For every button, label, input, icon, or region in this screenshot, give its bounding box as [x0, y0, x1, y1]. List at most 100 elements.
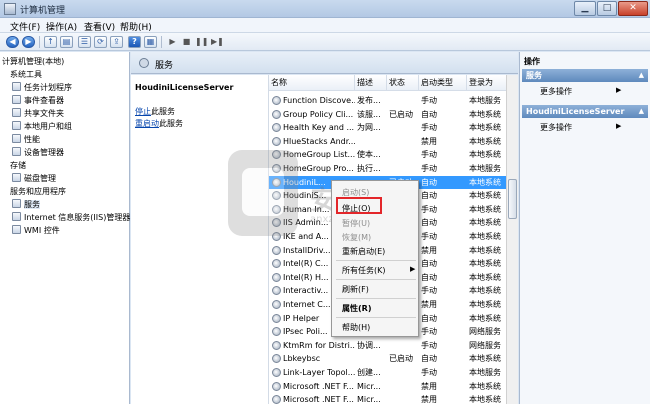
tree-item-task-scheduler[interactable]: 任务计划程序	[12, 82, 72, 94]
help-icon[interactable]: ?	[128, 36, 141, 48]
tree-item-wmi-control[interactable]: WMI 控件	[12, 225, 60, 237]
tree-item-computer-management[interactable]: 计算机管理(本地)	[2, 56, 64, 68]
table-row[interactable]: Lbkeybsc 已启动 自动 本地系统	[269, 352, 518, 366]
close-button[interactable]: ✕	[618, 1, 648, 16]
service-name-cell: Microsoft .NET F...	[283, 381, 354, 391]
context-menu-separator	[336, 298, 416, 299]
service-startup-type-cell: 自动	[421, 313, 437, 323]
service-name-cell: Lbkeybsc	[283, 354, 321, 364]
column-header-status[interactable]: 状态	[387, 75, 419, 91]
column-header-description[interactable]: 描述	[355, 75, 387, 91]
vertical-scrollbar[interactable]	[506, 75, 518, 404]
table-row[interactable]: Function Discove... 发布... 手动 本地服务	[269, 94, 518, 108]
menu-help[interactable]: 帮助(H)	[120, 20, 152, 33]
service-startup-type-cell: 手动	[421, 368, 437, 377]
properties-icon[interactable]: ☰	[78, 36, 91, 48]
menu-action[interactable]: 操作(A)	[46, 20, 77, 33]
context-menu-properties[interactable]: 属性(R)	[342, 303, 371, 314]
scrollbar-thumb[interactable]	[508, 179, 517, 219]
table-row[interactable]: Link-Layer Topol... 创建... 手动 本地服务	[269, 366, 518, 380]
maximize-button[interactable]: □	[597, 1, 617, 16]
tree-item-device-manager[interactable]: 设备管理器	[12, 147, 64, 159]
service-startup-type-cell: 手动	[421, 286, 437, 296]
context-menu-help[interactable]: 帮助(H)	[342, 322, 370, 333]
services-header-title: 服务	[155, 61, 174, 71]
table-row[interactable]: Microsoft .NET F... Micr... 禁用 本地系统	[269, 380, 518, 394]
table-row[interactable]: HlueStacks Andr... 禁用 本地系统	[269, 135, 518, 149]
stop-service-link[interactable]: 停止此服务	[135, 106, 175, 117]
context-menu-all-tasks[interactable]: 所有任务(K)	[342, 265, 386, 276]
service-gear-icon	[272, 313, 281, 323]
toolbar-separator	[161, 36, 162, 48]
service-name-cell: HlueStacks Andr...	[283, 136, 355, 146]
service-name-cell: Health Key and ...	[283, 123, 355, 133]
tree-item-services-and-apps[interactable]: 服务和应用程序	[10, 186, 66, 198]
export-icon[interactable]: ⇪	[110, 36, 123, 48]
services-header: 服务	[131, 52, 518, 74]
tree-item-performance[interactable]: 性能	[12, 134, 40, 146]
service-startup-type-cell: 禁用	[421, 395, 437, 404]
menu-view[interactable]: 查看(V)	[84, 20, 115, 33]
more-actions-selected-service[interactable]: 更多操作 ▶	[540, 122, 621, 133]
context-menu-pause[interactable]: 暂停(U)	[342, 218, 370, 229]
tree-item-services[interactable]: 服务	[12, 199, 40, 211]
service-description-cell: 为网...	[357, 123, 381, 133]
service-startup-type-cell: 禁用	[421, 136, 437, 146]
context-menu-refresh[interactable]: 刷新(F)	[342, 284, 369, 295]
service-description-cell: Micr...	[357, 395, 381, 404]
service-gear-icon	[272, 96, 281, 105]
tree-item-local-users[interactable]: 本地用户和组	[12, 121, 72, 133]
service-gear-icon	[272, 395, 281, 404]
service-startup-type-cell: 手动	[421, 340, 437, 350]
tree-item-event-viewer[interactable]: 事件查看器	[12, 95, 64, 107]
actions-title: 操作	[524, 57, 540, 66]
window-title: 计算机管理	[20, 6, 66, 16]
service-description-cell: 发布...	[357, 96, 381, 105]
collapse-icon[interactable]: ▲	[639, 69, 644, 82]
more-actions-services[interactable]: 更多操作 ▶	[540, 86, 621, 97]
back-arrow-icon[interactable]: ◀	[6, 36, 19, 48]
tree-item-iis-manager[interactable]: Internet 信息服务(IIS)管理器	[12, 212, 130, 224]
service-name-cell: KtmRm for Distri...	[283, 340, 355, 350]
pause-icon[interactable]: ❚❚	[194, 36, 208, 48]
table-row[interactable]: Health Key and ... 为网... 手动 本地系统	[269, 121, 518, 135]
restart-service-link[interactable]: 重启动此服务	[135, 118, 183, 129]
context-menu-resume[interactable]: 恢复(M)	[342, 232, 371, 243]
actions-section-selected-service[interactable]: HoudiniLicenseServer ▲	[522, 105, 648, 118]
actions-pane: 操作 服务 ▲ 更多操作 ▶ HoudiniLicenseServer ▲ 更多操作 ▶	[519, 52, 650, 404]
column-header-name[interactable]: 名称	[269, 75, 355, 91]
table-row[interactable]: Microsoft .NET F... Micr... 禁用 本地系统	[269, 393, 518, 404]
tree-item-storage[interactable]: 存储	[10, 160, 26, 172]
context-menu-restart[interactable]: 重新启动(E)	[342, 246, 385, 257]
show-hide-icon[interactable]: ▦	[144, 36, 157, 48]
menu-file[interactable]: 文件(F)	[10, 20, 40, 33]
up-folder-icon[interactable]: ↑	[44, 36, 57, 48]
table-row[interactable]: KtmRm for Distri... 协调... 手动 网络服务	[269, 339, 518, 353]
refresh-icon[interactable]: ⟳	[94, 36, 107, 48]
service-gear-icon	[272, 300, 281, 309]
restart-icon[interactable]: ▶❚	[210, 36, 224, 48]
minimize-button[interactable]: ▁	[574, 1, 596, 16]
tree-item-disk-management[interactable]: 磁盘管理	[12, 173, 56, 185]
actions-section-services[interactable]: 服务 ▲	[522, 69, 648, 82]
collapse-icon[interactable]: ▲	[639, 105, 644, 118]
tree-item-system-tools[interactable]: 系统工具	[10, 69, 42, 81]
context-menu-separator	[336, 260, 416, 261]
computer-management-icon	[4, 3, 16, 15]
forward-arrow-icon[interactable]: ▶	[22, 36, 35, 48]
stop-icon[interactable]: ■	[180, 36, 193, 48]
service-startup-type-cell: 禁用	[421, 300, 437, 309]
title-bar: 计算机管理 ▁ □ ✕	[0, 0, 650, 18]
table-row[interactable]: Group Policy Cli... 该服... 已启动 自动 本地系统	[269, 108, 518, 122]
iis-icon	[12, 212, 21, 221]
console-tree-icon[interactable]: ▤	[60, 36, 73, 48]
start-icon[interactable]: ▶	[166, 36, 179, 48]
service-gear-icon	[272, 381, 281, 391]
column-header-startup-type[interactable]: 启动类型	[419, 75, 467, 91]
service-status-cell: 已启动	[389, 354, 413, 364]
folder-icon	[12, 108, 21, 117]
service-name-cell: Microsoft .NET F...	[283, 395, 354, 404]
service-startup-type-cell: 自动	[421, 259, 437, 269]
clock-icon	[12, 82, 21, 91]
tree-item-shared-folders[interactable]: 共享文件夹	[12, 108, 64, 120]
